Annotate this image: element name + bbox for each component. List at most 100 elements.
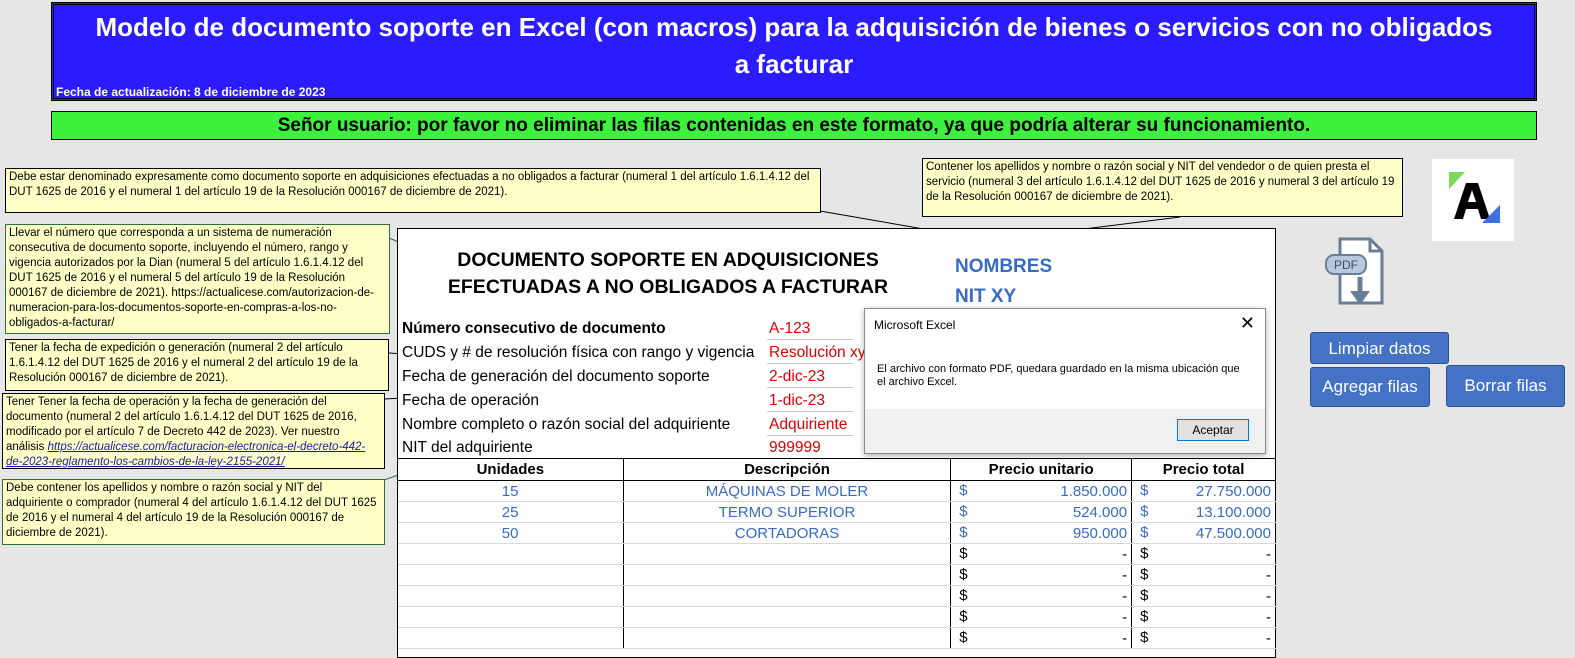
- add-rows-button[interactable]: Agregar filas: [1310, 367, 1430, 407]
- header-precio-total: Precio total: [1131, 458, 1276, 481]
- currency-symbol: $: [959, 587, 968, 604]
- cell-total: $ -: [1131, 585, 1276, 607]
- currency-symbol: $: [959, 566, 968, 583]
- cell-unit-price[interactable]: $ -: [950, 627, 1133, 649]
- excel-message-dialog: Microsoft Excel ✕ El archivo con formato…: [864, 308, 1266, 454]
- field-value-cuds[interactable]: Resolución xy: [769, 344, 866, 362]
- note-vendedor: Contener los apellidos y nombre o razón …: [922, 158, 1403, 217]
- note-fecha-expedicion-text: Tener la fecha de expedición o generació…: [9, 342, 358, 384]
- field-label-cuds: CUDS y # de resolución física con rango …: [402, 344, 755, 361]
- currency-symbol: $: [1140, 629, 1149, 646]
- note-fecha-expedicion: Tener la fecha de expedición o generació…: [5, 339, 389, 391]
- note-denominacion-text: Debe estar denominado expresamente como …: [9, 171, 810, 198]
- pdf-export-icon[interactable]: PDF: [1320, 233, 1400, 313]
- vendor-name[interactable]: NOMBRES: [955, 256, 1052, 278]
- table-row: 50 CORTADORAS $950.000 $47.500.000: [397, 522, 1276, 544]
- cell-description[interactable]: [623, 606, 952, 628]
- cell-unit-price[interactable]: $950.000: [950, 522, 1133, 544]
- cell-total-value: 47.500.000: [1195, 524, 1271, 542]
- header-descripcion: Descripción: [622, 458, 952, 481]
- cell-unit-price[interactable]: $ -: [950, 564, 1133, 586]
- clear-data-button[interactable]: Limpiar datos: [1310, 332, 1449, 364]
- currency-symbol: $: [1140, 503, 1149, 520]
- note-adquiriente-text: Debe contener los apellidos y nombre o r…: [6, 482, 377, 539]
- cell-unit-price-value: -: [1122, 545, 1128, 563]
- header-unidades: Unidades: [397, 458, 624, 481]
- cell-units[interactable]: [397, 627, 624, 649]
- field-value-nit-adquiriente[interactable]: 999999: [769, 439, 821, 457]
- note-fecha-operacion: Tener Tener la fecha de operación y la f…: [2, 393, 385, 469]
- currency-symbol: $: [959, 545, 968, 562]
- field-label-fecha-operacion: Fecha de operación: [402, 392, 540, 409]
- cell-unit-price[interactable]: $ -: [950, 606, 1133, 628]
- dialog-title: Microsoft Excel: [874, 318, 956, 332]
- cell-unit-price-value: 950.000: [1072, 524, 1128, 542]
- cell-total: $ -: [1131, 606, 1276, 628]
- cell-unit-price[interactable]: $ -: [950, 585, 1133, 607]
- header-banner: Modelo de documento soporte en Excel (co…: [51, 2, 1537, 101]
- cell-total-value: -: [1266, 587, 1271, 605]
- page-title: Modelo de documento soporte en Excel (co…: [95, 12, 1493, 79]
- cell-description[interactable]: TERMO SUPERIOR: [623, 501, 952, 523]
- cell-total-value: -: [1266, 608, 1271, 626]
- cell-total-value: 27.750.000: [1195, 482, 1271, 500]
- note-fecha-operacion-link[interactable]: https://actualicese.com/facturacion-elec…: [6, 441, 365, 468]
- cell-description[interactable]: CORTADORAS: [623, 522, 952, 544]
- close-icon[interactable]: ✕: [1240, 313, 1255, 334]
- dialog-message: El archivo con formato PDF, quedara guar…: [877, 363, 1240, 388]
- cell-total: $13.100.000: [1131, 501, 1276, 523]
- cell-total-value: -: [1266, 566, 1271, 584]
- document-title: DOCUMENTO SOPORTE EN ADQUISICIONES EFECT…: [447, 249, 889, 298]
- actualicese-logo: [1432, 159, 1514, 241]
- cell-unit-price-value: -: [1122, 587, 1128, 605]
- cell-unit-price[interactable]: $1.850.000: [950, 480, 1133, 502]
- cell-units[interactable]: 25: [397, 501, 624, 523]
- ok-button[interactable]: Aceptar: [1177, 419, 1249, 441]
- cell-unit-price[interactable]: $524.000: [950, 501, 1133, 523]
- warning-banner: Señor usuario: por favor no eliminar las…: [51, 111, 1537, 140]
- currency-symbol: $: [1140, 608, 1149, 625]
- field-value-fecha-generacion[interactable]: 2-dic-23: [769, 368, 825, 386]
- cell-unit-price-value: 1.850.000: [1060, 482, 1128, 500]
- cell-units[interactable]: 15: [397, 480, 624, 502]
- cell-description[interactable]: [623, 585, 952, 607]
- cell-unit-price-value: 524.000: [1072, 503, 1128, 521]
- cell-total: $47.500.000: [1131, 522, 1276, 544]
- cell-unit-price-value: -: [1122, 608, 1128, 626]
- field-label-nit-adquiriente: NIT del adquiriente: [402, 439, 533, 456]
- table-row: $ - $ -: [397, 585, 1276, 607]
- field-value-consecutivo[interactable]: A-123: [769, 320, 810, 338]
- note-numeracion-text: Llevar el número que corresponda a un si…: [9, 227, 375, 329]
- cell-units[interactable]: [397, 543, 624, 565]
- cell-description[interactable]: [623, 543, 952, 565]
- cell-units[interactable]: [397, 585, 624, 607]
- dialog-footer: Aceptar: [865, 409, 1265, 453]
- cell-unit-price-value: -: [1122, 629, 1128, 647]
- cell-description[interactable]: [623, 564, 952, 586]
- currency-symbol: $: [1140, 587, 1149, 604]
- cell-total: $ -: [1131, 627, 1276, 649]
- vendor-nit[interactable]: NIT XY: [955, 286, 1016, 308]
- currency-symbol: $: [1140, 566, 1149, 583]
- table-row: $ - $ -: [397, 606, 1276, 628]
- field-label-adquiriente: Nombre completo o razón social del adqui…: [402, 416, 731, 433]
- note-adquiriente: Debe contener los apellidos y nombre o r…: [2, 479, 385, 545]
- delete-rows-button[interactable]: Borrar filas: [1446, 365, 1565, 407]
- table-row: 25 TERMO SUPERIOR $524.000 $13.100.000: [397, 501, 1276, 523]
- cell-description[interactable]: [623, 627, 952, 649]
- field-value-fecha-operacion[interactable]: 1-dic-23: [769, 392, 825, 410]
- currency-symbol: $: [959, 629, 968, 646]
- update-date: Fecha de actualización: 8 de diciembre d…: [56, 85, 326, 99]
- cell-total-value: -: [1266, 629, 1271, 647]
- cell-description[interactable]: MÁQUINAS DE MOLER: [623, 480, 952, 502]
- field-value-adquiriente[interactable]: Adquiriente: [769, 416, 847, 434]
- table-row: $ - $ -: [397, 627, 1276, 649]
- cell-unit-price[interactable]: $ -: [950, 543, 1133, 565]
- cell-total: $27.750.000: [1131, 480, 1276, 502]
- cell-unit-price-value: -: [1122, 566, 1128, 584]
- cell-units[interactable]: 50: [397, 522, 624, 544]
- cell-units[interactable]: [397, 564, 624, 586]
- currency-symbol: $: [959, 608, 968, 625]
- field-label-fecha-generacion: Fecha de generación del documento soport…: [402, 368, 710, 385]
- cell-units[interactable]: [397, 606, 624, 628]
